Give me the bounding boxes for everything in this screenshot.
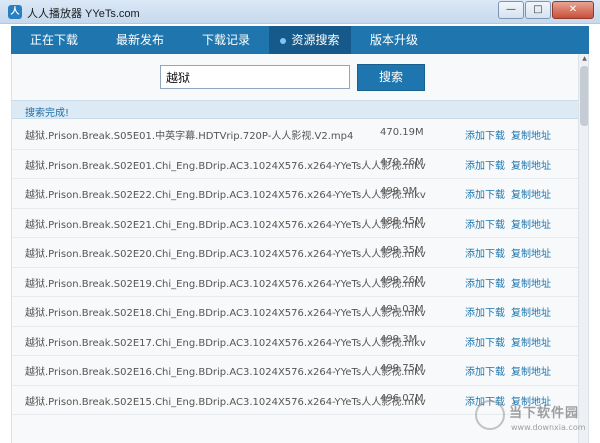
copy-address-link[interactable]: 复制地址 [511, 304, 551, 319]
watermark-url: www.downxia.com [511, 423, 586, 432]
table-row: 越狱.Prison.Break.S02E01.Chi_Eng.BDrip.AC3… [12, 149, 578, 179]
file-size: 499.35M [380, 245, 424, 256]
add-download-link[interactable]: 添加下载 [465, 275, 505, 290]
tab-resource-search[interactable]: 资源搜索 [269, 26, 351, 54]
table-row: 越狱.Prison.Break.S02E16.Chi_Eng.BDrip.AC3… [12, 356, 578, 386]
watermark-name: 当下软件园 [509, 406, 580, 421]
file-name: 越狱.Prison.Break.S02E01.Chi_Eng.BDrip.AC3… [25, 160, 426, 172]
copy-address-link[interactable]: 复制地址 [511, 127, 551, 142]
add-download-link[interactable]: 添加下载 [465, 216, 505, 231]
tab-label: 资源搜索 [291, 33, 340, 47]
copy-address-link[interactable]: 复制地址 [511, 275, 551, 290]
file-name: 越狱.Prison.Break.S02E17.Chi_Eng.BDrip.AC3… [25, 337, 426, 349]
table-row: 越狱.Prison.Break.S05E01.中英字幕.HDTVrip.720P… [12, 120, 578, 150]
scroll-thumb[interactable] [580, 66, 588, 126]
watermark: 当下软件园 www.downxia.com [475, 396, 593, 440]
window-title: 人人播放器 YYeTs.com [27, 8, 140, 20]
window-controls: — □ ✕ [497, 1, 594, 19]
close-button[interactable]: ✕ [552, 1, 594, 19]
tab-label: 下载记录 [201, 33, 250, 47]
search-input[interactable] [160, 65, 350, 89]
file-name: 越狱.Prison.Break.S02E18.Chi_Eng.BDrip.AC3… [25, 308, 426, 319]
file-size: 470.19M [380, 127, 424, 138]
file-name: 越狱.Prison.Break.S02E21.Chi_Eng.BDrip.AC3… [25, 219, 426, 231]
add-download-link[interactable]: 添加下载 [465, 127, 505, 142]
file-size: 499.3M [380, 333, 418, 345]
tab-label: 版本升级 [369, 33, 418, 47]
file-size: 499.9M [380, 186, 418, 197]
file-name: 越狱.Prison.Break.S02E16.Chi_Eng.BDrip.AC3… [25, 367, 426, 378]
add-download-link[interactable]: 添加下载 [465, 245, 505, 260]
main-nav: 正在下载 最新发布 下载记录 资源搜索 版本升级 [11, 26, 589, 54]
file-size: 488.45M [380, 215, 424, 227]
status-bar: 搜索完成! [12, 100, 578, 119]
copy-address-link[interactable]: 复制地址 [511, 157, 551, 172]
file-size: 499.75M [380, 363, 424, 374]
tab-downloading[interactable]: 正在下载 [11, 26, 97, 54]
vertical-scrollbar[interactable]: ▲ [578, 54, 588, 443]
file-size: 491.03M [380, 304, 424, 315]
file-size: 496.07M [380, 392, 424, 404]
copy-address-link[interactable]: 复制地址 [511, 216, 551, 231]
active-indicator-icon [280, 37, 287, 44]
tab-history[interactable]: 下载记录 [183, 26, 269, 54]
table-row: 越狱.Prison.Break.S02E21.Chi_Eng.BDrip.AC3… [12, 208, 578, 238]
file-size: 499.26M [380, 274, 424, 286]
add-download-link[interactable]: 添加下载 [465, 157, 505, 172]
file-name: 越狱.Prison.Break.S02E19.Chi_Eng.BDrip.AC3… [25, 278, 426, 290]
copy-address-link[interactable]: 复制地址 [511, 363, 551, 378]
search-panel: 搜索 搜索完成! 越狱.Prison.Break.S05E01.中英字幕.HDT… [11, 54, 589, 443]
tab-latest[interactable]: 最新发布 [97, 26, 183, 54]
copy-address-link[interactable]: 复制地址 [511, 334, 551, 349]
result-list: 越狱.Prison.Break.S05E01.中英字幕.HDTVrip.720P… [12, 120, 578, 415]
add-download-link[interactable]: 添加下载 [465, 304, 505, 319]
watermark-logo-icon [475, 400, 505, 430]
tab-label: 正在下载 [29, 33, 78, 47]
file-name: 越狱.Prison.Break.S05E01.中英字幕.HDTVrip.720P… [25, 131, 354, 142]
copy-address-link[interactable]: 复制地址 [511, 186, 551, 201]
scroll-up-arrow-icon[interactable]: ▲ [579, 54, 588, 64]
app-icon: 人 [8, 5, 22, 19]
search-button[interactable]: 搜索 [357, 64, 425, 91]
window-titlebar: 人 人人播放器 YYeTs.com — □ ✕ [0, 0, 600, 24]
table-row: 越狱.Prison.Break.S02E18.Chi_Eng.BDrip.AC3… [12, 297, 578, 327]
add-download-link[interactable]: 添加下载 [465, 363, 505, 378]
copy-address-link[interactable]: 复制地址 [511, 245, 551, 260]
table-row: 越狱.Prison.Break.S02E17.Chi_Eng.BDrip.AC3… [12, 326, 578, 356]
file-name: 越狱.Prison.Break.S02E22.Chi_Eng.BDrip.AC3… [25, 190, 426, 201]
table-row: 越狱.Prison.Break.S02E19.Chi_Eng.BDrip.AC3… [12, 267, 578, 297]
table-row: 越狱.Prison.Break.S02E20.Chi_Eng.BDrip.AC3… [12, 238, 578, 268]
table-row: 越狱.Prison.Break.S02E22.Chi_Eng.BDrip.AC3… [12, 179, 578, 209]
add-download-link[interactable]: 添加下载 [465, 334, 505, 349]
tab-label: 最新发布 [115, 33, 164, 47]
add-download-link[interactable]: 添加下载 [465, 186, 505, 201]
maximize-button[interactable]: □ [525, 1, 551, 19]
file-size: 470.26M [380, 156, 424, 168]
minimize-button[interactable]: — [498, 1, 524, 19]
file-name: 越狱.Prison.Break.S02E15.Chi_Eng.BDrip.AC3… [25, 396, 426, 408]
tab-upgrade[interactable]: 版本升级 [351, 26, 437, 54]
file-name: 越狱.Prison.Break.S02E20.Chi_Eng.BDrip.AC3… [25, 249, 426, 260]
status-text: 搜索完成! [25, 108, 70, 119]
